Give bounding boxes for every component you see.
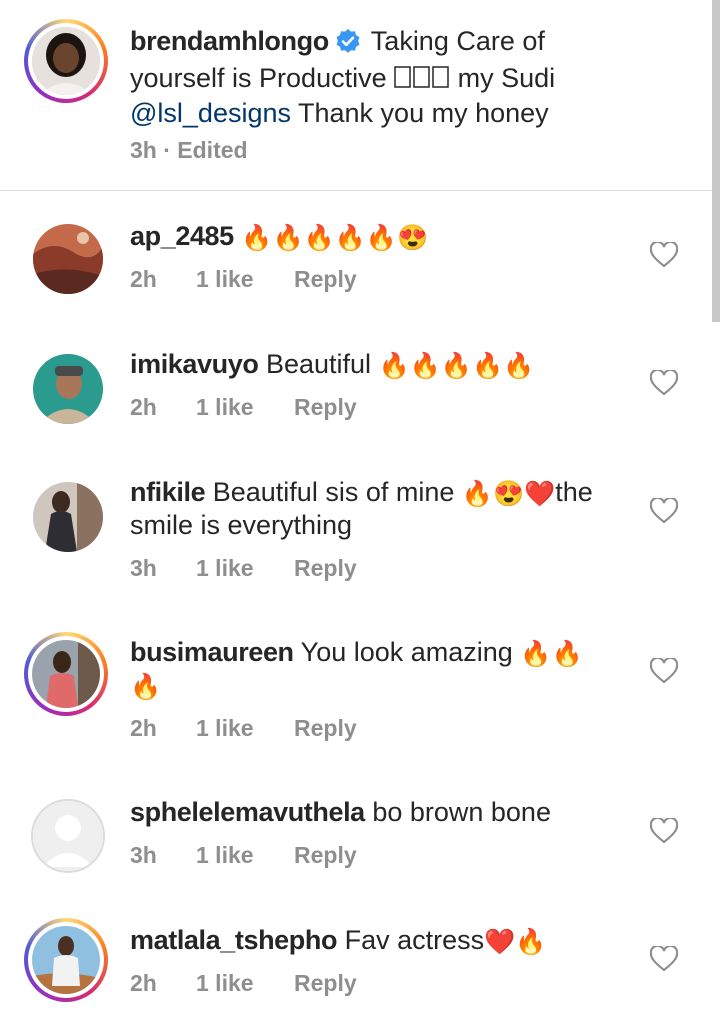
reply-button[interactable]: Reply (294, 555, 357, 582)
reply-button[interactable]: Reply (294, 970, 357, 997)
heart-outline-icon[interactable] (650, 818, 678, 844)
emoji-text: 🔥🔥🔥🔥🔥 (378, 352, 535, 380)
comment-meta: 2h 1 like Reply (130, 715, 357, 742)
comment-time: 3h (130, 842, 157, 868)
heart-outline-icon[interactable] (650, 242, 678, 268)
comment-text: sphelelemavuthela bo brown bone (130, 796, 650, 829)
comment-text: busimaureen You look amazing 🔥🔥 🔥 (130, 636, 650, 702)
comment-time: 3h (130, 555, 157, 581)
comment-body-after: the (555, 477, 593, 507)
commenter-avatar[interactable] (24, 215, 108, 299)
emoji-text: 🔥🔥🔥🔥🔥😍 (241, 224, 429, 252)
comment-likes[interactable]: 1 like (196, 970, 294, 997)
comment-username[interactable]: sphelelemavuthela (130, 797, 365, 827)
comment-username[interactable]: ap_2485 (130, 221, 234, 251)
emoji-text: ❤️🔥 (484, 928, 547, 956)
comment-username[interactable]: busimaureen (130, 637, 294, 667)
heart-outline-icon[interactable] (650, 658, 678, 684)
comment-text: matlala_tshepho Fav actress❤️🔥 (130, 924, 650, 957)
comment-meta: 2h 1 like Reply (130, 970, 357, 997)
emoji-text: 🔥😍❤️ (461, 480, 556, 508)
comment-likes[interactable]: 1 like (196, 555, 294, 582)
post-caption: brendamhlongo Taking Care of yourself is … (0, 0, 720, 190)
meta-separator: · (163, 137, 171, 163)
comment-text: imikavuyo Beautiful 🔥🔥🔥🔥🔥 (130, 348, 650, 381)
comment-body: Beautiful sis of mine (212, 477, 455, 507)
comment-likes[interactable]: 1 like (196, 842, 294, 869)
reply-button[interactable]: Reply (294, 842, 357, 869)
scrollbar[interactable] (712, 0, 720, 322)
comment-body: You look amazing (300, 637, 513, 667)
verified-badge-icon (335, 28, 361, 62)
caption-edited: Edited (177, 137, 248, 163)
reply-button[interactable]: Reply (294, 715, 357, 742)
commenter-avatar[interactable] (24, 918, 108, 1002)
caption-text-1: Taking Care of (370, 26, 545, 56)
comment-body: bo brown bone (372, 797, 551, 827)
commenter-avatar[interactable] (24, 473, 108, 557)
comment-meta: 2h 1 like Reply (130, 266, 357, 293)
comment-text: ap_2485 🔥🔥🔥🔥🔥😍 (130, 220, 650, 253)
comment-body: Beautiful (265, 349, 372, 379)
caption-username[interactable]: brendamhlongo (130, 26, 329, 56)
comment-likes[interactable]: 1 like (196, 715, 294, 742)
comment-time: 2h (130, 715, 157, 741)
reply-button[interactable]: Reply (294, 266, 357, 293)
caption-mention-link[interactable]: @lsl_designs (130, 98, 291, 128)
caption-text-4: Thank you my honey (298, 98, 549, 128)
comment-likes[interactable]: 1 like (196, 394, 294, 421)
caption-text: brendamhlongo Taking Care of yourself is … (130, 25, 650, 130)
emoji-text-line2: 🔥 (130, 673, 162, 701)
comment-username[interactable]: matlala_tshepho (130, 925, 337, 955)
default-avatar-icon[interactable] (24, 792, 108, 876)
comment-time: 2h (130, 394, 157, 420)
caption-text-3: my Sudi (457, 63, 556, 93)
comment-likes[interactable]: 1 like (196, 266, 294, 293)
commenter-avatar[interactable] (24, 345, 108, 429)
comment-meta: 3h 1 like Reply (130, 555, 357, 582)
comment-body: Fav actress (344, 925, 485, 955)
caption-meta: 3h · Edited (130, 137, 248, 164)
caption-avatar[interactable] (24, 19, 108, 103)
heart-outline-icon[interactable] (650, 946, 678, 972)
comment-username[interactable]: imikavuyo (130, 349, 259, 379)
caption-time: 3h (130, 137, 157, 163)
heart-outline-icon[interactable] (650, 370, 678, 396)
comment-time: 2h (130, 970, 157, 996)
emoji-text: 🔥🔥 (520, 640, 583, 668)
comment-time: 2h (130, 266, 157, 292)
divider (0, 190, 720, 191)
caption-text-2: yourself is Productive (130, 63, 387, 93)
comment-body-line2: smile is everything (130, 510, 353, 540)
comment-username[interactable]: nfikile (130, 477, 206, 507)
commenter-avatar[interactable] (24, 632, 108, 716)
heart-outline-icon[interactable] (650, 498, 678, 524)
comment-meta: 2h 1 like Reply (130, 394, 357, 421)
missing-glyph-icons (394, 64, 450, 97)
comment-text: nfikile Beautiful sis of mine 🔥😍❤️the sm… (130, 476, 650, 542)
reply-button[interactable]: Reply (294, 394, 357, 421)
comment-meta: 3h 1 like Reply (130, 842, 357, 869)
